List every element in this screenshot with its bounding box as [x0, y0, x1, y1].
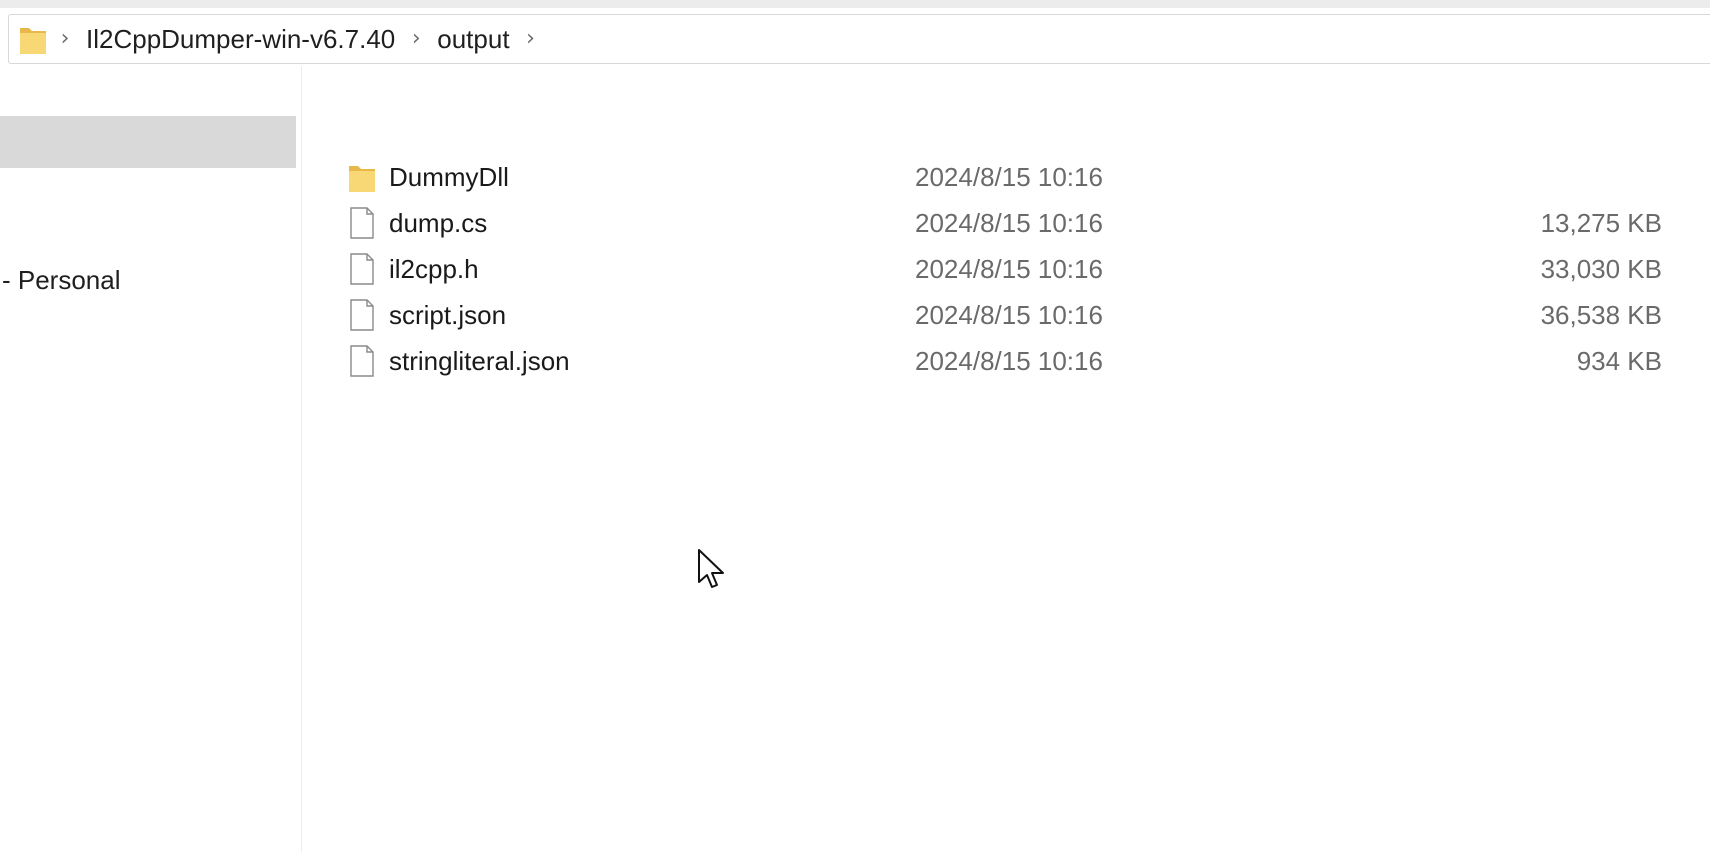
address-bar[interactable]: › Il2CppDumper-win-v6.7.40 › output › [8, 14, 1710, 64]
window-top-strip [0, 0, 1710, 8]
file-list: DummyDll 2024/8/15 10:16 dump.cs 2024/8/… [302, 66, 1710, 852]
file-icon [348, 298, 376, 332]
list-item-dump-cs[interactable]: dump.cs 2024/8/15 10:16 13,275 KB [342, 202, 1682, 242]
nav-item-selected[interactable] [0, 116, 296, 168]
file-date: 2024/8/15 10:16 [915, 162, 1103, 192]
file-name: DummyDll [389, 162, 509, 192]
file-icon [348, 206, 376, 240]
list-item-stringliteral-json[interactable]: stringliteral.json 2024/8/15 10:16 934 K… [342, 340, 1682, 380]
file-date: 2024/8/15 10:16 [915, 346, 1103, 376]
file-date: 2024/8/15 10:16 [915, 300, 1103, 330]
file-icon [348, 344, 376, 378]
file-name: dump.cs [389, 208, 488, 238]
file-name: stringliteral.json [389, 346, 570, 376]
breadcrumb-separator[interactable]: › [399, 28, 433, 50]
file-icon [348, 252, 376, 286]
mouse-cursor-icon [697, 548, 727, 592]
folder-icon[interactable] [18, 22, 48, 56]
file-size: 934 KB [1576, 346, 1662, 376]
navigation-pane: - Personal [0, 66, 302, 852]
list-item-script-json[interactable]: script.json 2024/8/15 10:16 36,538 KB [342, 294, 1682, 334]
breadcrumb-item-output[interactable]: output [433, 26, 513, 52]
breadcrumb-separator[interactable]: › [48, 28, 82, 50]
file-explorer-window: › Il2CppDumper-win-v6.7.40 › output › - … [0, 0, 1710, 852]
file-size: 36,538 KB [1540, 300, 1662, 330]
nav-item-personal[interactable]: - Personal [2, 265, 121, 296]
file-name: il2cpp.h [389, 254, 479, 284]
breadcrumb-separator[interactable]: › [514, 28, 548, 50]
file-size: 33,030 KB [1540, 254, 1662, 284]
file-date: 2024/8/15 10:16 [915, 208, 1103, 238]
list-item-il2cpp-h[interactable]: il2cpp.h 2024/8/15 10:16 33,030 KB [342, 248, 1682, 288]
folder-icon [348, 160, 376, 194]
file-date: 2024/8/15 10:16 [915, 254, 1103, 284]
list-item-dummydll[interactable]: DummyDll 2024/8/15 10:16 [342, 156, 1682, 196]
file-name: script.json [389, 300, 507, 330]
file-size: 13,275 KB [1540, 208, 1662, 238]
breadcrumb-item-il2cppdumper[interactable]: Il2CppDumper-win-v6.7.40 [82, 26, 399, 52]
